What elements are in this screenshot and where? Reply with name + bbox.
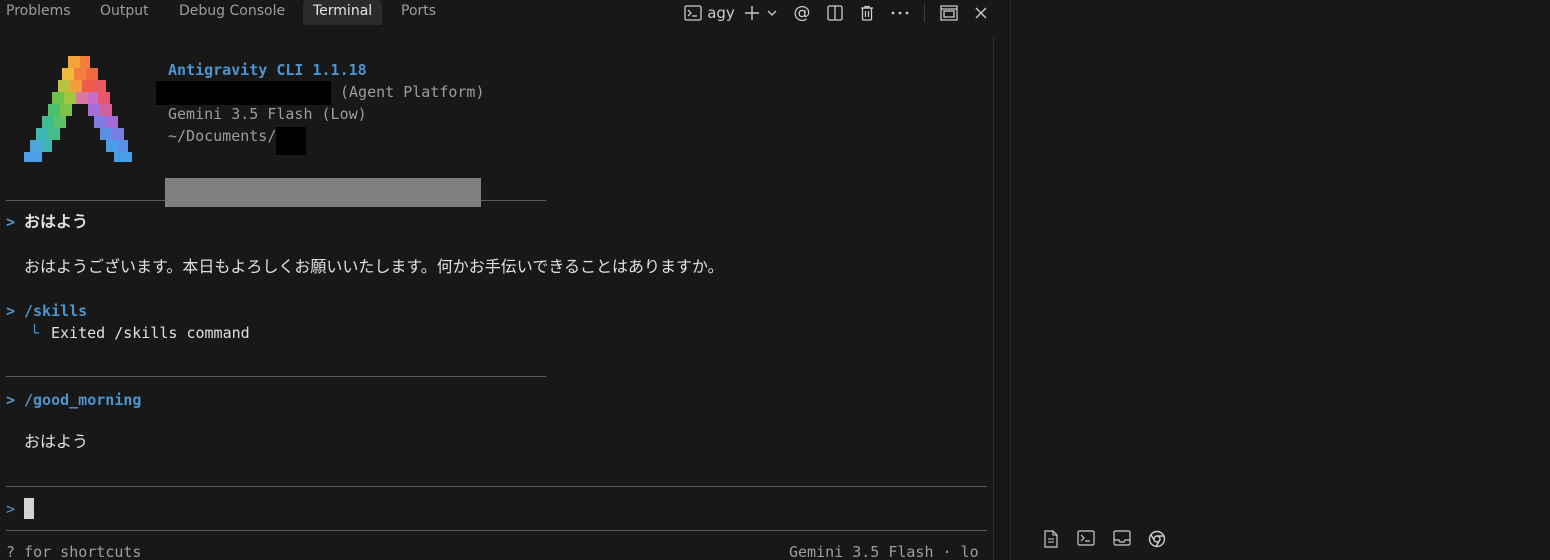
input-top-border (6, 486, 987, 487)
prompt-symbol: > (6, 302, 16, 320)
at-icon[interactable]: @ (791, 0, 813, 25)
chrome-icon[interactable] (1148, 530, 1166, 548)
model-status: Gemini 3.5 Flash · lo (789, 543, 979, 560)
ellipsis-icon[interactable] (889, 0, 911, 25)
plus-icon[interactable] (743, 0, 761, 25)
inbox-icon[interactable] (1113, 530, 1131, 548)
terminal-icon[interactable] (683, 0, 703, 25)
user-input: /skills (24, 302, 88, 320)
user-input: おはよう (24, 212, 89, 231)
user-input: /good_morning (24, 391, 142, 409)
cli-title: Antigravity CLI 1.1.18 (168, 61, 367, 79)
maximize-icon[interactable] (938, 0, 960, 25)
terminal-icon[interactable] (1077, 530, 1095, 548)
tree-branch-icon: └ (30, 324, 40, 342)
assistant-response: おはよう (24, 432, 89, 451)
tab-output[interactable]: Output (100, 0, 149, 25)
trash-icon[interactable] (857, 0, 877, 25)
tab-terminal[interactable]: Terminal (303, 0, 383, 25)
redacted-account (156, 81, 331, 105)
prompt-symbol: > (6, 213, 16, 231)
terminal-output[interactable]: Antigravity CLI 1.1.18 (Agent Platform) … (0, 36, 993, 560)
panel-tab-bar: Problems Output Debug Console Terminal P… (0, 0, 1010, 25)
terminal-scrollbar[interactable] (993, 36, 1010, 560)
redacted-banner (165, 178, 481, 207)
shortcuts-hint: ? for shortcuts (6, 543, 142, 560)
text-cursor[interactable] (24, 498, 34, 519)
tab-ports[interactable]: Ports (401, 0, 436, 25)
input-bottom-border (6, 530, 987, 531)
platform-label: (Agent Platform) (340, 83, 485, 101)
tab-debug-console[interactable]: Debug Console (179, 0, 285, 25)
tab-problems[interactable]: Problems (6, 0, 71, 25)
command-result: Exited /skills command (51, 324, 250, 342)
antigravity-logo-icon (24, 56, 132, 162)
right-panel (1010, 0, 1550, 560)
path-label: ~/Documents/ (168, 127, 277, 145)
terminal-panel: Problems Output Debug Console Terminal P… (0, 0, 1010, 560)
toolbar-divider (924, 3, 925, 22)
divider (6, 376, 546, 377)
assistant-response: おはようございます。本日もよろしくお願いいたします。何かお手伝いできることはあり… (24, 257, 724, 276)
input-prompt-symbol: > (6, 500, 16, 518)
chevron-down-icon[interactable] (765, 0, 779, 25)
close-icon[interactable] (971, 0, 991, 25)
redacted-path (276, 127, 306, 155)
file-icon[interactable] (1043, 530, 1061, 548)
terminal-name[interactable]: agy (707, 0, 735, 25)
prompt-symbol: > (6, 391, 16, 409)
split-icon[interactable] (825, 0, 845, 25)
model-label: Gemini 3.5 Flash (Low) (168, 105, 367, 123)
